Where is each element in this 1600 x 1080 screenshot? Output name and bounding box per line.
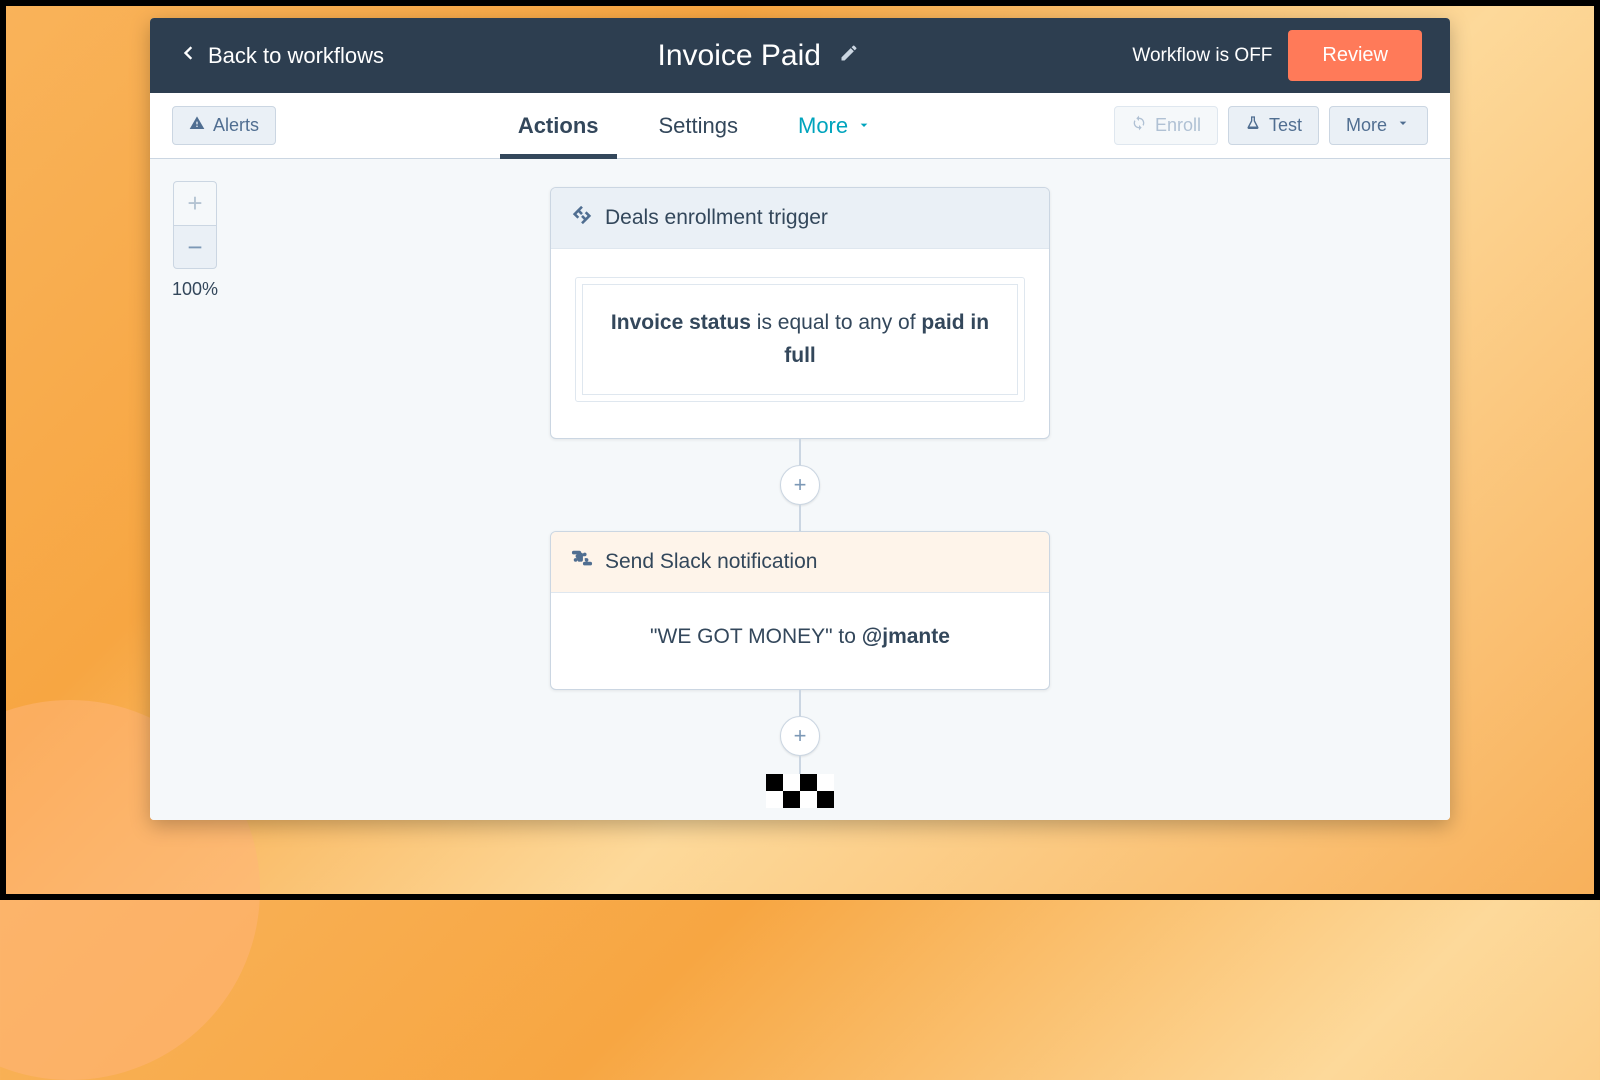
tab-more[interactable]: More [798,93,872,158]
workflow-status: Workflow is OFF [1132,45,1272,67]
trigger-condition[interactable]: Invoice status is equal to any of paid i… [582,284,1018,395]
trigger-field: Invoice status [611,311,751,334]
warning-icon [189,115,205,136]
trigger-title: Deals enrollment trigger [605,206,828,230]
connector-line [799,505,801,531]
enroll-label: Enroll [1155,115,1201,136]
trigger-condition-outer: Invoice status is equal to any of paid i… [575,277,1025,402]
test-button[interactable]: Test [1228,106,1319,145]
more-label: More [1346,115,1387,136]
flask-icon [1245,115,1261,136]
action-recipient: @jmante [862,625,950,648]
toolbar: Alerts Actions Settings More Enroll [150,93,1450,159]
action-joiner: to [833,625,862,648]
caret-down-icon [1395,115,1411,136]
back-to-workflows-link[interactable]: Back to workflows [178,39,384,73]
test-label: Test [1269,115,1302,136]
tab-settings-label: Settings [659,113,739,139]
header-bar: Back to workflows Invoice Paid Workflow … [150,18,1450,93]
zoom-level: 100% [172,279,218,300]
handshake-icon [571,204,593,232]
action-card-body: "WE GOT MONEY" to @jmante [551,593,1049,689]
add-step-button[interactable]: + [780,465,820,505]
right-toolbar: Enroll Test More [1114,106,1428,145]
zoom-controls: + − 100% [172,181,218,300]
back-label: Back to workflows [208,43,384,69]
review-button[interactable]: Review [1288,30,1422,81]
add-step-button[interactable]: + [780,716,820,756]
title-wrap: Invoice Paid [384,39,1132,73]
action-summary: "WE GOT MONEY" to @jmante [575,621,1025,653]
finish-flag-icon [766,774,834,808]
workflow-title: Invoice Paid [658,39,821,73]
enroll-icon [1131,115,1147,136]
enroll-button[interactable]: Enroll [1114,106,1218,145]
slack-icon [571,548,593,576]
connector-line [799,439,801,465]
tabs: Actions Settings More [286,93,1104,158]
trigger-card[interactable]: Deals enrollment trigger Invoice status … [550,187,1050,439]
tab-actions[interactable]: Actions [518,93,599,158]
trigger-op: is equal to any of [751,311,921,334]
connector-line [799,756,801,774]
tab-actions-label: Actions [518,113,599,139]
more-button[interactable]: More [1329,106,1428,145]
action-card-head: Send Slack notification [551,532,1049,593]
flow-column: Deals enrollment trigger Invoice status … [550,187,1050,808]
tab-more-label: More [798,113,848,139]
workflow-editor-frame: Back to workflows Invoice Paid Workflow … [150,18,1450,820]
action-title: Send Slack notification [605,550,817,574]
zoom-out-button[interactable]: − [173,225,217,269]
chevron-left-icon [178,39,198,73]
trigger-card-body: Invoice status is equal to any of paid i… [551,249,1049,438]
caret-down-icon [856,113,872,139]
action-card[interactable]: Send Slack notification "WE GOT MONEY" t… [550,531,1050,690]
alerts-button[interactable]: Alerts [172,106,276,145]
pencil-icon[interactable] [839,43,859,68]
action-message: "WE GOT MONEY" [650,625,833,648]
workflow-canvas[interactable]: + − 100% Deals enrollment trigger Invoic… [150,159,1450,820]
trigger-card-head: Deals enrollment trigger [551,188,1049,249]
alerts-label: Alerts [213,115,259,136]
connector-line [799,690,801,716]
zoom-in-button[interactable]: + [173,181,217,225]
tab-settings[interactable]: Settings [659,93,739,158]
